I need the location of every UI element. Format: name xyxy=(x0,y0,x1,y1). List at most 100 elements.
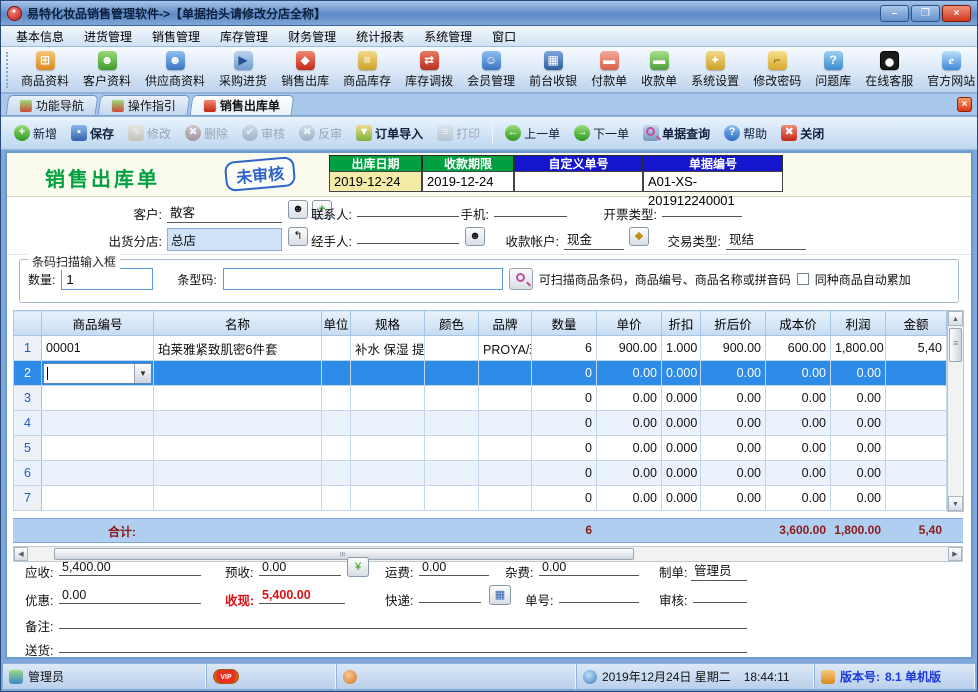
toolbar-product-data[interactable]: ⊞商品资料 xyxy=(14,49,76,91)
save-button[interactable]: ▪保存 xyxy=(66,122,119,145)
print-button[interactable]: ≡打印 xyxy=(432,122,485,145)
cell-amount[interactable] xyxy=(886,436,947,461)
close-form-button[interactable]: ✖关闭 xyxy=(776,122,829,145)
menu-inventory[interactable]: 库存管理 xyxy=(211,26,277,47)
cell-name[interactable] xyxy=(154,386,322,411)
minimize-button[interactable]: – xyxy=(880,5,909,22)
cell-brand[interactable] xyxy=(479,361,532,386)
delete-button[interactable]: ✖删除 xyxy=(180,122,233,145)
cell-product-code[interactable]: ▼ xyxy=(42,461,154,486)
col-cost[interactable]: 成本价 xyxy=(766,311,831,336)
toolbar-sales-out[interactable]: ◆销售出库 xyxy=(274,49,336,91)
cell-price[interactable]: 0.00 xyxy=(597,361,662,386)
cell-profit[interactable]: 0.00 xyxy=(831,411,886,436)
cell-brand[interactable] xyxy=(479,436,532,461)
table-row[interactable]: 1 ▼ 00001 珀莱雅紧致肌密6件套 补水 保湿 提拉 PROYA/珀 6 … xyxy=(14,336,947,361)
cell-price[interactable]: 0.00 xyxy=(597,461,662,486)
cell-product-code[interactable]: ▼ xyxy=(42,361,154,386)
cell-amount[interactable] xyxy=(886,361,947,386)
cell-profit[interactable]: 0.00 xyxy=(831,486,886,511)
product-code-combobox[interactable]: ▼ xyxy=(43,363,152,384)
cell-qty[interactable]: 0 xyxy=(532,436,597,461)
cell-amount[interactable] xyxy=(886,411,947,436)
toolbar-receipt-bill[interactable]: ▬收款单 xyxy=(634,49,684,91)
cell-price[interactable]: 0.00 xyxy=(597,486,662,511)
toolbar-members[interactable]: ☺会员管理 xyxy=(460,49,522,91)
chevron-down-icon[interactable]: ▼ xyxy=(134,364,151,383)
cell-discount[interactable]: 0.000 xyxy=(662,361,701,386)
edit-button[interactable]: ✎修改 xyxy=(123,122,176,145)
unaudit-button[interactable]: ✖反审 xyxy=(294,122,347,145)
vscroll-thumb[interactable] xyxy=(949,328,962,362)
due-date-field[interactable]: 2019-12-24 xyxy=(422,171,514,192)
help-button[interactable]: ?帮助 xyxy=(719,122,772,145)
cell-disc-price[interactable]: 0.00 xyxy=(701,436,766,461)
audit-button[interactable]: ✔审核 xyxy=(237,122,290,145)
cell-color[interactable] xyxy=(425,411,479,436)
tab-operation-guide[interactable]: 操作指引 xyxy=(98,95,191,115)
cell-profit[interactable]: 0.00 xyxy=(831,386,886,411)
cell-price[interactable]: 0.00 xyxy=(597,411,662,436)
menu-reports[interactable]: 统计报表 xyxy=(347,26,413,47)
prepaid-field[interactable]: 0.00 xyxy=(259,560,341,576)
cell-profit[interactable]: 0.00 xyxy=(831,361,886,386)
barcode-input[interactable] xyxy=(223,268,503,290)
cell-amount[interactable] xyxy=(886,461,947,486)
toolbar-change-password[interactable]: ⌐修改密码 xyxy=(746,49,808,91)
col-disc-price[interactable]: 折后价 xyxy=(701,311,766,336)
menu-window[interactable]: 窗口 xyxy=(483,26,525,47)
cell-disc-price[interactable]: 0.00 xyxy=(701,411,766,436)
col-discount[interactable]: 折扣 xyxy=(662,311,701,336)
handler-field[interactable] xyxy=(357,229,459,244)
tracking-no-field[interactable] xyxy=(559,588,639,603)
cell-price[interactable]: 0.00 xyxy=(597,436,662,461)
scroll-down-icon[interactable]: ▼ xyxy=(948,496,963,511)
cell-product-code[interactable]: ▼ xyxy=(42,486,154,511)
toolbar-stock[interactable]: ≡商品库存 xyxy=(336,49,398,91)
col-brand[interactable]: 品牌 xyxy=(479,311,532,336)
cell-spec[interactable] xyxy=(351,461,425,486)
cell-discount[interactable]: 0.000 xyxy=(662,461,701,486)
cell-disc-price[interactable]: 0.00 xyxy=(701,486,766,511)
cell-discount[interactable]: 0.000 xyxy=(662,411,701,436)
cell-qty[interactable]: 0 xyxy=(532,486,597,511)
misc-fee-field[interactable]: 0.00 xyxy=(539,560,639,576)
toolbar-faq[interactable]: ?问题库 xyxy=(808,49,858,91)
cell-cost[interactable]: 0.00 xyxy=(766,411,831,436)
invoice-type-field[interactable] xyxy=(662,202,742,217)
cell-spec[interactable] xyxy=(351,436,425,461)
cell-discount[interactable]: 1.000 xyxy=(662,336,701,361)
table-row[interactable]: 5 ▼ 0 0.00 0.000 0.00 0.00 0.00 xyxy=(14,436,947,461)
toolbar-customer-data[interactable]: ☻客户资料 xyxy=(76,49,138,91)
maximize-button[interactable]: ❐ xyxy=(911,5,940,22)
menu-finance[interactable]: 财务管理 xyxy=(279,26,345,47)
cell-cost[interactable]: 0.00 xyxy=(766,486,831,511)
cell-qty[interactable]: 0 xyxy=(532,361,597,386)
cell-brand[interactable] xyxy=(479,486,532,511)
menu-basic-info[interactable]: 基本信息 xyxy=(7,26,73,47)
cell-cost[interactable]: 600.00 xyxy=(766,336,831,361)
table-row[interactable]: 3 ▼ 0 0.00 0.000 0.00 0.00 0.00 xyxy=(14,386,947,411)
vertical-scrollbar[interactable]: ▲ ▼ xyxy=(947,310,964,512)
cell-unit[interactable] xyxy=(322,336,351,361)
query-orders-button[interactable]: 单据查询 xyxy=(638,122,715,145)
table-row[interactable]: 4 ▼ 0 0.00 0.000 0.00 0.00 0.00 xyxy=(14,411,947,436)
cell-color[interactable] xyxy=(425,361,479,386)
cell-discount[interactable]: 0.000 xyxy=(662,486,701,511)
cell-brand[interactable] xyxy=(479,411,532,436)
cell-brand[interactable]: PROYA/珀 xyxy=(479,336,532,361)
cell-unit[interactable] xyxy=(322,461,351,486)
cell-name[interactable] xyxy=(154,361,322,386)
cell-disc-price[interactable]: 900.00 xyxy=(701,336,766,361)
barcode-search-icon[interactable] xyxy=(509,268,533,290)
menu-sales[interactable]: 销售管理 xyxy=(143,26,209,47)
mobile-field[interactable] xyxy=(494,202,567,217)
cell-unit[interactable] xyxy=(322,411,351,436)
scroll-up-icon[interactable]: ▲ xyxy=(948,311,963,326)
receivable-field[interactable]: 5,400.00 xyxy=(59,560,201,576)
add-button[interactable]: +新增 xyxy=(9,122,62,145)
cell-color[interactable] xyxy=(425,486,479,511)
cell-unit[interactable] xyxy=(322,386,351,411)
cell-product-code[interactable]: ▼ xyxy=(42,436,154,461)
toolbar-purchase-in[interactable]: ▶采购进货 xyxy=(212,49,274,91)
